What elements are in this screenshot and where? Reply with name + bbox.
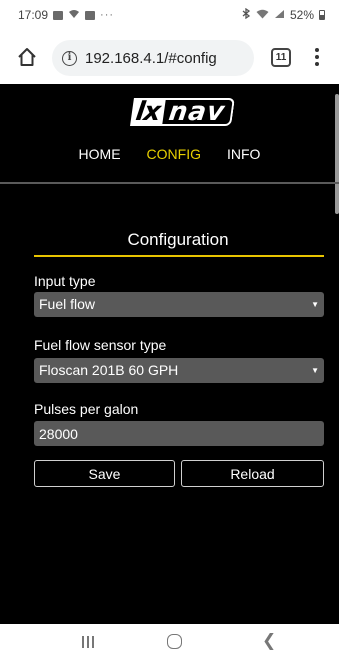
sensor-type-select[interactable]: Floscan 201B 60 GPH ▼ [34, 358, 324, 383]
recents-icon-bar [82, 636, 84, 648]
section-underline [34, 255, 324, 257]
input-type-select[interactable]: Fuel flow ▼ [34, 292, 324, 317]
sensor-type-value: Floscan 201B 60 GPH [39, 362, 179, 378]
recents-button[interactable] [82, 636, 94, 648]
dropdown-arrow-icon: ▼ [311, 300, 319, 309]
system-home-button[interactable] [167, 634, 182, 649]
browser-menu-button[interactable] [310, 46, 324, 68]
status-bar-left: 17:09 ··· [18, 8, 114, 22]
url-text: 192.168.4.1/#config [85, 49, 217, 67]
input-type-label: Input type [34, 273, 96, 289]
image-notification-icon [85, 10, 96, 20]
nav-info[interactable]: INFO [227, 146, 260, 162]
site-nav: HOME CONFIG INFO [0, 146, 339, 162]
status-bar-right: 52% [242, 7, 325, 22]
logo-nav-text: nav [160, 97, 235, 127]
signal-icon [274, 8, 285, 22]
battery-percent: 52% [289, 8, 314, 22]
status-time: 17:09 [18, 8, 49, 22]
save-button[interactable]: Save [34, 460, 175, 487]
site-info-icon[interactable]: i [62, 50, 77, 66]
browser-home-button[interactable] [14, 44, 40, 70]
back-button[interactable]: ❮ [262, 631, 276, 651]
gallery-notification-icon [53, 10, 64, 20]
status-bar: 17:09 ··· 52% [0, 0, 339, 30]
web-page: lx nav HOME CONFIG INFO Configuration In… [0, 84, 339, 624]
wifi-notification-icon [68, 8, 80, 22]
menu-dot [315, 55, 319, 59]
logo-lx-text: lx [130, 97, 166, 127]
sensor-type-label: Fuel flow sensor type [34, 337, 167, 353]
wifi-icon [256, 8, 269, 22]
dropdown-arrow-icon: ▼ [311, 366, 319, 375]
bluetooth-icon [242, 7, 251, 22]
recents-icon-bar [87, 636, 89, 648]
lxnav-logo: lx nav [130, 97, 235, 127]
home-icon [18, 48, 36, 66]
input-type-value: Fuel flow [39, 296, 96, 312]
pulses-input[interactable] [34, 421, 324, 446]
battery-icon [319, 10, 325, 20]
menu-dot [315, 48, 319, 52]
section-title: Configuration [127, 230, 229, 249]
more-notifications-icon: ··· [100, 9, 115, 21]
menu-dot [315, 62, 319, 66]
reload-button[interactable]: Reload [181, 460, 324, 487]
nav-config[interactable]: CONFIG [147, 146, 201, 162]
recents-icon-bar [92, 636, 94, 648]
tab-switcher-button[interactable]: 11 [271, 48, 291, 67]
nav-home[interactable]: HOME [79, 146, 121, 162]
browser-toolbar: i 192.168.4.1/#config 11 [0, 30, 339, 84]
address-bar[interactable]: i 192.168.4.1/#config [52, 40, 254, 76]
system-nav-bar: ❮ [0, 624, 339, 660]
pulses-label: Pulses per galon [34, 401, 139, 417]
nav-divider [0, 182, 339, 184]
